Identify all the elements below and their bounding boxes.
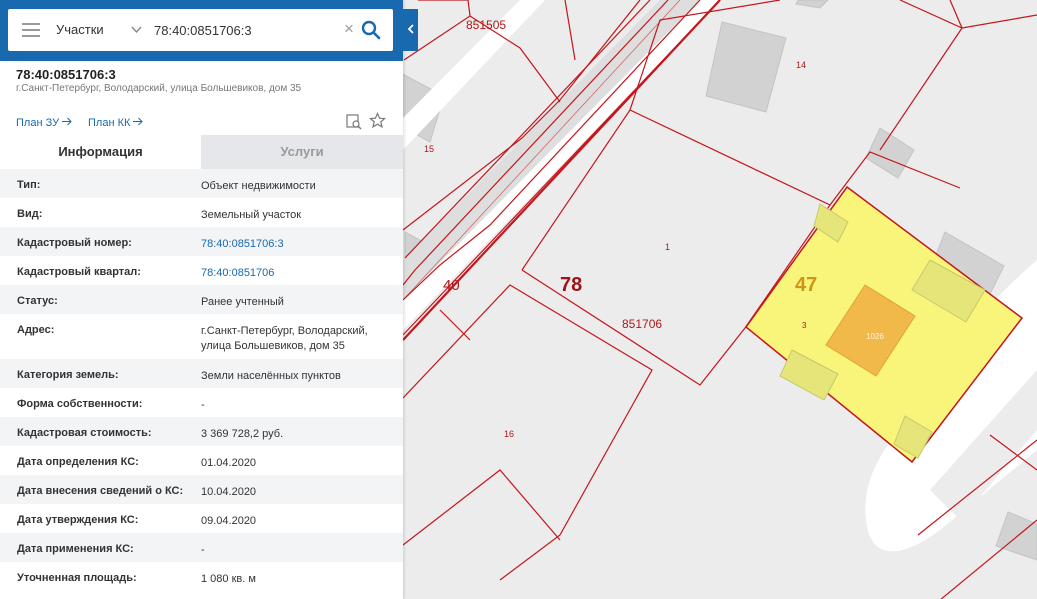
attribute-row: Дата применения КС: -: [0, 533, 403, 562]
attribute-value-link[interactable]: 78:40:0851706:3: [201, 237, 391, 252]
attribute-value: 01.04.2020: [201, 457, 257, 469]
map-label-block-40: 40: [443, 277, 460, 294]
arrow-right-icon: [62, 117, 72, 126]
arrow-right-icon: [133, 117, 144, 126]
attribute-key: Дата утверждения КС:: [17, 514, 139, 526]
attribute-row: Категория земель: Земли населённых пункто…: [0, 359, 403, 388]
attribute-key: Дата определения КС:: [17, 456, 139, 468]
attribute-key: Категория земель:: [17, 369, 119, 381]
plan-kk-link[interactable]: План КК: [88, 117, 144, 129]
map-label-quarter: 851706: [622, 317, 662, 331]
attribute-row: Кадастровый квартал: 78:40:0851706: [0, 256, 403, 285]
attribute-value: -: [201, 399, 205, 411]
chevron-down-icon: [131, 9, 142, 69]
layer-select-label: Участки: [56, 22, 104, 37]
attribute-row: Дата определения КС: 01.04.2020: [0, 446, 403, 475]
hamburger-icon[interactable]: [22, 23, 40, 37]
attribute-value: Ранее учтенный: [201, 296, 284, 308]
attribute-value: Земли населённых пунктов: [201, 370, 341, 382]
search-bar: Участки ×: [0, 0, 403, 61]
layer-select[interactable]: Участки: [56, 9, 151, 51]
plan-zu-label: План ЗУ: [16, 117, 60, 129]
search-input[interactable]: [154, 20, 340, 40]
find-on-map-icon[interactable]: [346, 114, 362, 130]
attribute-key: Кадастровый квартал:: [17, 266, 141, 278]
attribute-key: Вид:: [17, 208, 43, 220]
attribute-value: Объект недвижимости: [201, 180, 316, 192]
attribute-key: Тип:: [17, 179, 41, 191]
close-icon[interactable]: ×: [341, 19, 357, 39]
attribute-value: 1 080 кв. м: [201, 573, 256, 585]
attribute-row: Уточненная площадь: 1 080 кв. м: [0, 562, 403, 591]
attribute-value: -: [201, 544, 205, 556]
search-icon[interactable]: [360, 19, 382, 41]
map-label-district: 78: [560, 274, 582, 296]
attribute-value: г.Санкт-Петербург, Володарский, улица Бо…: [201, 325, 368, 352]
map-label-parcel-3: 3: [802, 321, 807, 330]
attribute-value: 09.04.2020: [201, 515, 257, 527]
search-box: Участки ×: [8, 9, 393, 51]
attribute-key: Дата внесения сведений о КС:: [17, 485, 184, 497]
attribute-row: Кадастровый номер: 78:40:0851706:3: [0, 227, 403, 256]
attributes-table: Тип: Объект недвижимости Вид: Земельный уча…: [0, 169, 403, 591]
map-label-parcel-16: 16: [504, 429, 514, 439]
map-label-parcel-14: 14: [796, 60, 806, 70]
attribute-key: Форма собственности:: [17, 398, 143, 410]
object-address: г.Санкт-Петербург, Володарский, улица Бо…: [16, 83, 302, 94]
map-label-parcel-15: 15: [424, 144, 434, 154]
attribute-row: Адрес: г.Санкт-Петербург, Володарский, ул…: [0, 314, 403, 359]
tab-information[interactable]: Информация: [0, 135, 201, 169]
attribute-value-link[interactable]: 78:40:0851706: [201, 266, 391, 281]
attribute-value: 10.04.2020: [201, 486, 257, 498]
tab-services[interactable]: Услуги: [201, 135, 403, 169]
attribute-row: Дата утверждения КС: 09.04.2020: [0, 504, 403, 533]
attribute-value: 3 369 728,2 руб.: [201, 428, 284, 440]
attribute-key: Статус:: [17, 295, 58, 307]
attribute-value: Земельный участок: [201, 209, 302, 221]
map-label-zone: 47: [795, 274, 817, 296]
map-label-parcel-1: 1: [665, 242, 670, 252]
star-icon[interactable]: [368, 112, 387, 129]
attribute-key: Кадастровый номер:: [17, 237, 132, 249]
attribute-key: Дата применения КС:: [17, 543, 134, 555]
attribute-row: Дата внесения сведений о КС: 10.04.2020: [0, 475, 403, 504]
info-panel: Участки × 78:40:0851706:3 г.Санкт-Петерб…: [0, 0, 403, 599]
attribute-row: Статус: Ранее учтенный: [0, 285, 403, 314]
attribute-key: Уточненная площадь:: [17, 572, 137, 584]
attribute-row: Форма собственности: -: [0, 388, 403, 417]
plan-zu-link[interactable]: План ЗУ: [16, 117, 72, 129]
plan-kk-label: План КК: [88, 117, 131, 129]
map-label-building: 1026: [866, 332, 884, 341]
attribute-row: Тип: Объект недвижимости: [0, 169, 403, 198]
chevron-left-icon[interactable]: [403, 9, 418, 51]
attribute-key: Адрес:: [17, 324, 55, 336]
attribute-key: Кадастровая стоимость:: [17, 427, 152, 439]
attribute-row: Вид: Земельный участок: [0, 198, 403, 227]
tab-bar: Информация Услуги: [0, 135, 403, 169]
attribute-row: Кадастровая стоимость: 3 369 728,2 руб.: [0, 417, 403, 446]
object-title: 78:40:0851706:3: [16, 67, 116, 82]
map-label-quarter-top: 851505: [466, 18, 506, 32]
